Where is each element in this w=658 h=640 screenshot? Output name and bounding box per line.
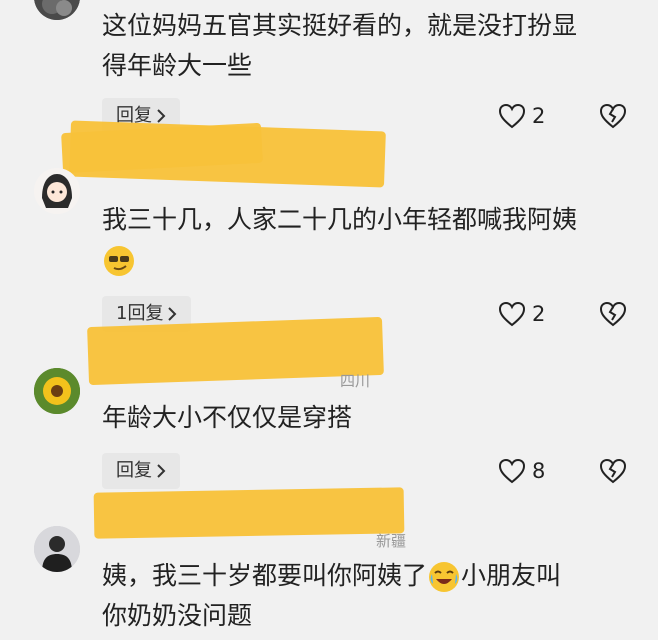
like-button[interactable]: 2 (498, 296, 545, 332)
like-button[interactable]: 2 (498, 98, 545, 134)
comment-emoji-row (102, 240, 136, 280)
smirk-sunglasses-emoji (104, 246, 134, 276)
like-count: 2 (532, 302, 546, 326)
comment-meta: 新疆 (376, 532, 407, 550)
comment-text: 你奶奶没问题 (102, 601, 253, 630)
comment-text-part: 姨，我三十岁都要叫你阿姨了 (102, 561, 428, 590)
dislike-button[interactable] (598, 456, 628, 486)
dislike-button[interactable] (598, 101, 628, 131)
heart-icon (498, 458, 526, 484)
comment-text: 这位妈妈五官其实挺好看的，就是没打扮显 (102, 11, 578, 40)
broken-heart-icon (599, 301, 627, 327)
avatar[interactable] (34, 368, 80, 414)
comment-text-part: 小朋友叫 (461, 561, 562, 590)
heart-icon (498, 301, 526, 327)
avatar[interactable] (34, 0, 80, 20)
like-count: 8 (532, 459, 546, 483)
avatar[interactable] (34, 168, 80, 214)
dislike-button[interactable] (598, 299, 628, 329)
comment-text: 我三十几，人家二十几的小年轻都喊我阿姨 (102, 205, 578, 234)
avatar[interactable] (34, 526, 80, 572)
chevron-right-icon (157, 464, 166, 478)
chevron-right-icon (168, 307, 177, 321)
comment-meta: 四川 (340, 372, 371, 390)
comment-text: 年龄大小不仅仅是穿搭 (102, 403, 353, 432)
laugh-cry-emoji (429, 562, 460, 592)
heart-icon (498, 103, 526, 129)
comment-text: 得年龄大一些 (102, 51, 253, 80)
like-button[interactable]: 8 (498, 453, 545, 489)
chevron-right-icon (157, 109, 166, 123)
broken-heart-icon (599, 103, 627, 129)
broken-heart-icon (599, 458, 627, 484)
like-count: 2 (532, 104, 546, 128)
redaction-highlight (93, 487, 405, 539)
reply-button[interactable]: 回复 (102, 453, 180, 489)
comment-text: 姨，我三十岁都要叫你阿姨了 小朋友叫 (102, 556, 561, 596)
reply-label: 回复 (116, 460, 152, 481)
